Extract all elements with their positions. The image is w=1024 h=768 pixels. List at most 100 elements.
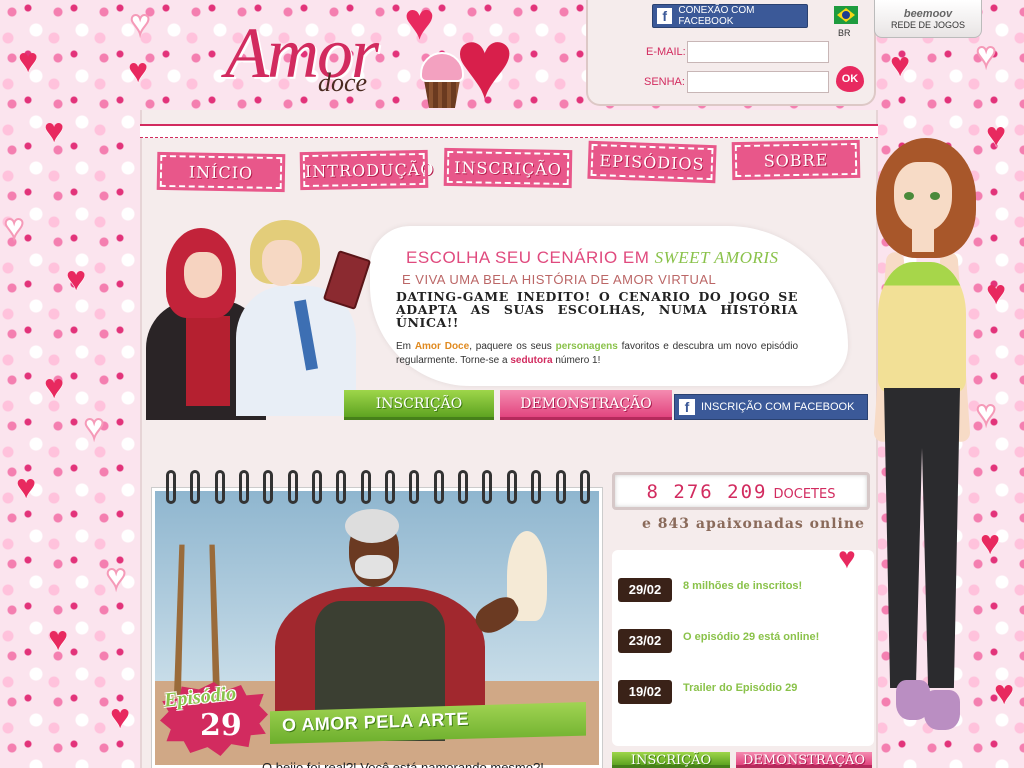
heart-icon: ♥	[83, 408, 105, 446]
easel-icon	[174, 544, 220, 695]
heart-icon: ♥	[890, 46, 911, 84]
news-item: 19/02 Trailer do Episódio 29	[618, 676, 868, 706]
heart-icon: ♥	[16, 468, 37, 506]
girl-eye	[930, 192, 940, 200]
heart-icon: ♥	[455, 8, 515, 120]
hero-text-part: , paquere os seus	[469, 341, 552, 352]
nav-item-inicio[interactable]: INÍCIO	[156, 151, 286, 193]
player-count-unit: DOCETES	[773, 487, 836, 502]
news-date: 23/02	[618, 629, 672, 653]
hero-highlight-game: Amor Doce	[414, 341, 470, 352]
cupcake-icon	[424, 80, 460, 108]
red-hair-character-face	[184, 252, 222, 298]
heart-icon: ♥	[838, 542, 856, 575]
hero-title-prefix: ESCOLHA SEU CENÁRIO EM	[406, 248, 650, 267]
spiral-ring	[531, 470, 542, 504]
girl-pants	[884, 388, 960, 688]
login-ok-button[interactable]: OK	[836, 66, 864, 92]
spiral-ring	[555, 470, 566, 504]
hero-subtitle: E VIVA UMA BELA HISTÓRIA DE AMOR VIRTUAL	[402, 272, 717, 287]
facebook-icon: f	[657, 8, 673, 24]
heart-icon: ♥	[44, 368, 65, 406]
teacher-character-hair	[345, 509, 399, 543]
girl-face	[894, 162, 952, 232]
heart-icon: ♥	[994, 674, 1015, 712]
password-field[interactable]	[687, 71, 829, 93]
spiral-ring	[360, 470, 371, 504]
beemoov-label: REDE DE JOGOS	[890, 20, 965, 30]
facebook-connect-label: CONEXÃO COM FACEBOOK	[678, 5, 755, 27]
heart-icon: ♥	[129, 4, 151, 42]
spiral-ring	[287, 470, 298, 504]
heart-icon: ♥	[980, 524, 1001, 562]
spiral-ring	[190, 470, 201, 504]
bottom-signup-button[interactable]: INSCRIÇÃO	[612, 752, 730, 768]
beemoov-network-link[interactable]: beemoov REDE DE JOGOS	[874, 0, 982, 38]
hero-text-part: número 1!	[555, 355, 601, 366]
email-field[interactable]	[687, 41, 829, 63]
email-label: E-MAIL:	[646, 46, 686, 58]
girl-eye	[904, 192, 914, 200]
hero-highlight-characters: personagens	[555, 341, 618, 352]
demo-button[interactable]: DEMONSTRAÇÃO	[500, 390, 672, 420]
hero-title: ESCOLHA SEU CENÁRIO EM SWEET AMORIS	[406, 248, 779, 268]
news-link[interactable]: O episódio 29 está online!	[683, 631, 819, 643]
news-link[interactable]: 8 milhões de inscritos!	[683, 580, 802, 592]
facebook-connect-button[interactable]: f CONEXÃO COM FACEBOOK	[652, 4, 808, 28]
bottom-demo-button[interactable]: DEMONSTRAÇÃO	[736, 752, 872, 768]
news-item: 23/02 O episódio 29 está online!	[618, 625, 868, 655]
hero-highlight-seductress: sedutora	[510, 355, 553, 366]
facebook-signup-button[interactable]: f INSCRIÇÃO COM FACEBOOK	[674, 394, 868, 420]
spiral-ring	[214, 470, 225, 504]
heart-icon: ♥	[128, 52, 149, 90]
spiral-ring	[482, 470, 493, 504]
heart-icon: ♥	[66, 260, 87, 298]
spiral-ring	[409, 470, 420, 504]
news-date: 19/02	[618, 680, 672, 704]
heart-icon: ♥	[986, 116, 1007, 154]
spiral-ring	[458, 470, 469, 504]
spiral-ring	[579, 470, 590, 504]
girl-shoe	[924, 690, 960, 730]
online-count: e 843 apaixonadas online	[642, 516, 865, 532]
facebook-icon: f	[679, 399, 695, 415]
heart-icon: ♥	[18, 42, 39, 80]
hero-description: Em Amor Doce, paquere os seus personagen…	[396, 340, 798, 368]
heart-icon: ♥	[986, 274, 1007, 312]
notebook-spiral	[166, 470, 590, 506]
spiral-ring	[433, 470, 444, 504]
heart-icon: ♥	[404, 0, 435, 51]
nav-item-introducao[interactable]: INTRODUÇÃO	[299, 149, 435, 191]
spiral-ring	[166, 470, 176, 504]
spiral-ring	[336, 470, 347, 504]
player-count: 8 276 209	[646, 481, 768, 503]
spiral-ring	[263, 470, 274, 504]
spiral-ring	[506, 470, 517, 504]
news-item: 29/02 8 milhões de inscritos!	[618, 574, 868, 604]
heart-icon: ♥	[44, 112, 65, 150]
hero-text-part: Em	[396, 341, 411, 352]
player-counter: 8 276 209 DOCETES	[612, 472, 870, 510]
news-date: 29/02	[618, 578, 672, 602]
heart-icon: ♥	[105, 558, 127, 596]
signup-button[interactable]: INSCRIÇÃO	[344, 390, 494, 420]
heart-icon: ♥	[48, 620, 69, 658]
nav-item-episodios[interactable]: EPISÓDIOS	[587, 140, 717, 184]
teacher-character-beard	[355, 555, 393, 579]
hero-headline: DATING-GAME INEDITO! O CENARIO DO JOGO S…	[396, 289, 798, 330]
heart-icon: ♥	[110, 698, 131, 736]
facebook-signup-label: INSCRIÇÃO COM FACEBOOK	[701, 401, 855, 413]
spiral-ring	[239, 470, 250, 504]
news-link[interactable]: Trailer do Episódio 29	[683, 682, 797, 694]
password-label: SENHA:	[644, 76, 685, 88]
heart-icon: ♥	[3, 208, 25, 246]
red-hair-character-shirt	[186, 316, 230, 406]
episode-caption: O beijo foi real?! Você está namorando m…	[262, 760, 544, 768]
language-code: BR	[838, 28, 851, 38]
heart-icon: ♥	[975, 394, 997, 432]
nav-strip	[140, 124, 878, 138]
nav-item-sobre[interactable]: SOBRE	[731, 139, 861, 181]
girl-top	[878, 262, 966, 392]
nav-item-inscricao[interactable]: INSCRIÇÃO	[443, 147, 573, 189]
brazil-flag-icon[interactable]	[834, 6, 858, 24]
